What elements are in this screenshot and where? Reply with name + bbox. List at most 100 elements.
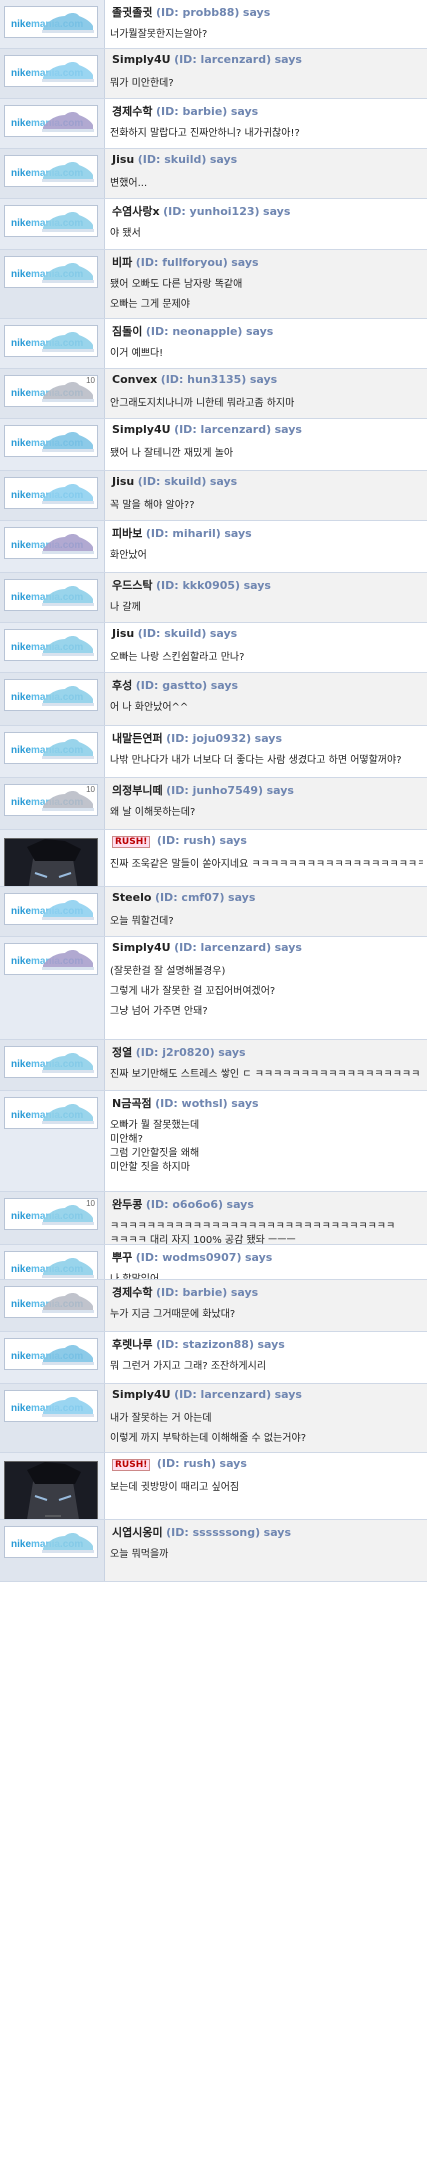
shoe-icon	[42, 586, 94, 606]
avatar[interactable]: nikemania.com	[4, 1526, 98, 1558]
author-id[interactable]: (ID: neonapple)	[146, 325, 243, 338]
author-nickname[interactable]: 졸귓졸귓	[112, 6, 152, 19]
author-id[interactable]: (ID: larcenzard)	[174, 1388, 271, 1401]
avatar[interactable]: nikemania.com10	[4, 1198, 98, 1230]
author-nickname[interactable]: 정열	[112, 1046, 132, 1059]
avatar[interactable]: nikemania.com	[4, 732, 98, 764]
author-line: Simply4U (ID: larcenzard) says	[112, 1388, 302, 1401]
avatar-photo[interactable]	[4, 1461, 98, 1519]
comment-text: 전화하지 말랍다고 진짜안하니? 내가귀찮아!?	[110, 128, 300, 139]
author-nickname[interactable]: Jisu	[112, 153, 134, 166]
author-nickname[interactable]: 수염사랑x	[112, 205, 160, 218]
shoe-icon	[42, 263, 94, 283]
comment-body: (잘못한걸 잘 설명해볼경우) 그렇게 내가 잘못한 걸 꼬집어버여겠어? 그냥 넘…	[110, 965, 423, 1025]
avatar[interactable]: nikemania.com	[4, 205, 98, 237]
avatar[interactable]: nikemania.com	[4, 1286, 98, 1318]
avatar[interactable]: nikemania.com	[4, 55, 98, 87]
avatar[interactable]: nikemania.com	[4, 325, 98, 357]
author-id[interactable]: (ID: barbie)	[156, 105, 227, 118]
author-id[interactable]: (ID: probb88)	[156, 6, 239, 19]
author-nickname[interactable]: Jisu	[112, 627, 134, 640]
says-label: says	[219, 1457, 247, 1470]
comment-row: nikemania.com Jisu (ID: skuild) says 변했어..…	[0, 149, 427, 199]
author-nickname[interactable]: Steelo	[112, 891, 151, 904]
author-id[interactable]: (ID: larcenzard)	[174, 53, 271, 66]
author-id[interactable]: (ID: rush)	[157, 1457, 216, 1470]
author-nickname[interactable]: 의정부니떼	[112, 784, 163, 797]
author-nickname[interactable]: 뿌꾸	[112, 1251, 132, 1264]
author-nickname[interactable]: Simply4U	[112, 1388, 171, 1401]
author-id[interactable]: (ID: joju0932)	[166, 732, 251, 745]
author-id[interactable]: (ID: miharil)	[146, 527, 221, 540]
author-id[interactable]: (ID: kkk0905)	[156, 579, 240, 592]
author-nickname[interactable]: Jisu	[112, 475, 134, 488]
comment-text: 오빠는 나랑 스킨쉽할라고 만나?	[110, 652, 245, 663]
author-id[interactable]: (ID: fullforyou)	[136, 256, 228, 269]
author-id[interactable]: (ID: j2r0820)	[136, 1046, 215, 1059]
author-nickname[interactable]: 후렛나루	[112, 1338, 152, 1351]
avatar[interactable]: nikemania.com	[4, 256, 98, 288]
author-nickname[interactable]: 시엽시옹미	[112, 1526, 163, 1539]
author-nickname[interactable]: 경제수학	[112, 105, 152, 118]
avatar[interactable]: nikemania.com	[4, 579, 98, 611]
says-label: says	[230, 1286, 259, 1299]
author-id[interactable]: (ID: yunhoi123)	[163, 205, 259, 218]
avatar[interactable]: nikemania.com10	[4, 375, 98, 407]
comment-text: 그냥 넘어 가주면 안돼?	[110, 1006, 208, 1017]
shoe-icon	[42, 212, 94, 232]
avatar[interactable]: nikemania.com	[4, 1097, 98, 1129]
author-id[interactable]: (ID: skuild)	[138, 627, 207, 640]
avatar[interactable]: nikemania.com	[4, 477, 98, 509]
avatar-photo[interactable]	[4, 838, 98, 886]
author-id[interactable]: (ID: hun3135)	[161, 373, 247, 386]
author-nickname[interactable]: Simply4U	[112, 423, 171, 436]
avatar[interactable]: nikemania.com	[4, 679, 98, 711]
avatar[interactable]: nikemania.com	[4, 6, 98, 38]
author-line: 정열 (ID: j2r0820) says	[112, 1044, 246, 1060]
avatar[interactable]: nikemania.com	[4, 527, 98, 559]
comment-text: ㅋㅋㅋㅋㅋㅋㅋㅋㅋㅋㅋㅋㅋㅋㅋㅋㅋㅋㅋㅋㅋㅋㅋㅋㅋㅋㅋㅋㅋㅋㅋ	[110, 1221, 396, 1232]
comment-text: 누가 지금 그거때문에 화났대?	[110, 1309, 236, 1320]
author-id[interactable]: (ID: wodms0907)	[136, 1251, 242, 1264]
avatar[interactable]: nikemania.com	[4, 893, 98, 925]
author-id[interactable]: (ID: rush)	[157, 834, 216, 847]
author-nickname[interactable]: 비파	[112, 256, 132, 269]
author-id[interactable]: (ID: larcenzard)	[174, 941, 271, 954]
level-number: 10	[86, 376, 95, 385]
avatar[interactable]: nikemania.com	[4, 1251, 98, 1279]
author-nickname[interactable]: Simply4U	[112, 53, 171, 66]
author-id[interactable]: (ID: skuild)	[138, 475, 207, 488]
author-nickname[interactable]: Convex	[112, 373, 157, 386]
author-nickname[interactable]: N금곡점	[112, 1097, 152, 1110]
author-nickname[interactable]: 피바보	[112, 527, 142, 540]
author-nickname[interactable]: 경제수학	[112, 1286, 152, 1299]
author-id[interactable]: (ID: junho7549)	[166, 784, 263, 797]
comment-body: 내가 잘못하는 거 아는데 이렇게 까지 부탁하는데 이해해줄 수 없는거야?	[110, 1412, 423, 1452]
author-id[interactable]: (ID: larcenzard)	[174, 423, 271, 436]
avatar[interactable]: nikemania.com	[4, 1390, 98, 1422]
avatar[interactable]: nikemania.com	[4, 105, 98, 137]
author-id[interactable]: (ID: barbie)	[156, 1286, 227, 1299]
author-nickname[interactable]: 우드스탁	[112, 579, 152, 592]
avatar[interactable]: nikemania.com10	[4, 784, 98, 816]
avatar[interactable]: nikemania.com	[4, 1338, 98, 1370]
comment-body: 어 나 화안났어^^	[110, 701, 423, 721]
author-nickname[interactable]: 후성	[112, 679, 132, 692]
author-id[interactable]: (ID: wothsl)	[155, 1097, 228, 1110]
author-nickname[interactable]: 완두콩	[112, 1198, 142, 1211]
avatar[interactable]: nikemania.com	[4, 943, 98, 975]
author-nickname[interactable]: 짐돌이	[112, 325, 142, 338]
author-id[interactable]: (ID: o6o6o6)	[146, 1198, 223, 1211]
author-id[interactable]: (ID: stazizon88)	[156, 1338, 254, 1351]
avatar[interactable]: nikemania.com	[4, 1046, 98, 1078]
author-id[interactable]: (ID: skuild)	[138, 153, 207, 166]
author-id[interactable]: (ID: ssssssong)	[166, 1526, 260, 1539]
author-id[interactable]: (ID: gastto)	[136, 679, 207, 692]
author-nickname[interactable]: 내말든연퍼	[112, 732, 163, 745]
avatar[interactable]: nikemania.com	[4, 155, 98, 187]
avatar[interactable]: nikemania.com	[4, 629, 98, 661]
avatar[interactable]: nikemania.com	[4, 425, 98, 457]
author-nickname[interactable]: Simply4U	[112, 941, 171, 954]
author-id[interactable]: (ID: cmf07)	[155, 891, 225, 904]
author-line: 졸귓졸귓 (ID: probb88) says	[112, 4, 270, 20]
